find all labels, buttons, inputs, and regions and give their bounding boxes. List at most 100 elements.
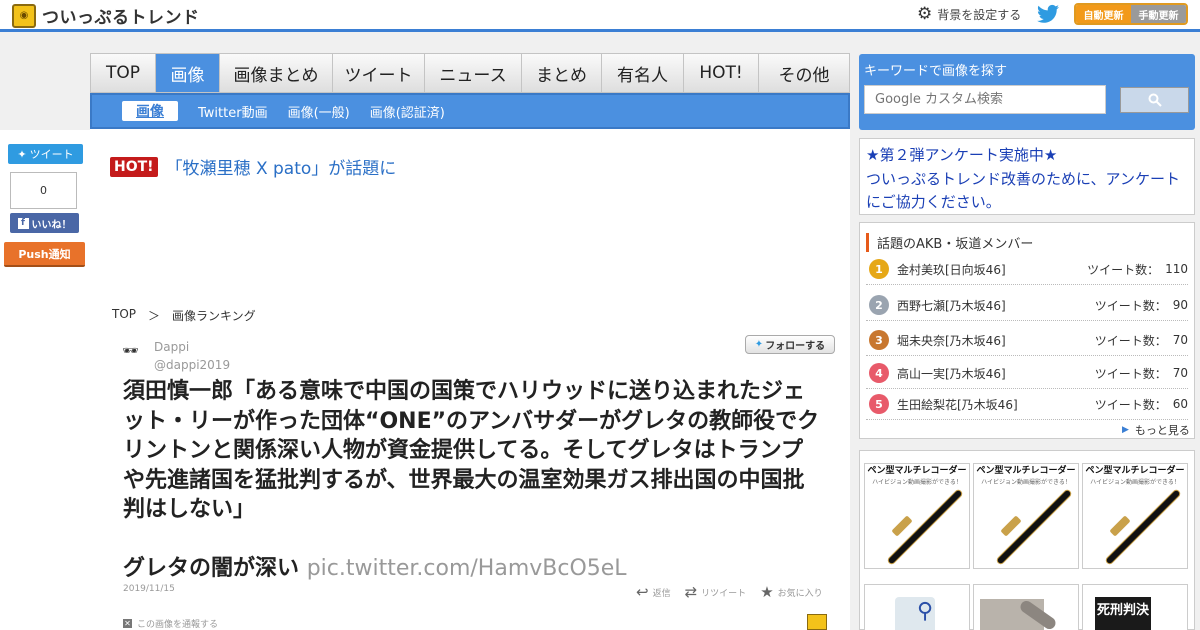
ranking-row[interactable]: 2 西野七瀬[乃木坂46] ツイート数： 90	[866, 290, 1188, 321]
ranking-member-name[interactable]: 西野七瀬[乃木坂46]	[897, 297, 1095, 314]
breadcrumb-home[interactable]: TOP	[112, 307, 136, 324]
twitter-bird-icon[interactable]	[1037, 4, 1059, 24]
site-mini-logo	[807, 614, 827, 630]
search-button[interactable]	[1120, 87, 1189, 113]
ad-subheading: ハイビジョン動画撮影ができる！	[981, 479, 1071, 486]
tweet-user-id[interactable]: @dappi2019	[154, 358, 230, 372]
reply-button[interactable]: ↩ 返信	[636, 583, 671, 601]
follow-button[interactable]: ✦ フォローする	[745, 335, 835, 354]
twitter-bird-icon: ✦	[754, 339, 764, 350]
like-label: いいね！	[31, 219, 72, 231]
ad-subheading: ハイビジョン動画撮影ができる！	[1090, 479, 1180, 486]
top-bar: ◉ ついっぷるトレンド ⚙ 背景を設定する 自動更新 手動更新	[0, 0, 1200, 32]
sub-navigation: 画像 Twitter動画 画像(一般) 画像(認証済)	[90, 93, 850, 129]
tweet-share-button[interactable]: ✦ ツイート	[8, 144, 83, 164]
survey-banner[interactable]: ★第２弾アンケート実施中★ ついっぷるトレンド改善のために、アンケートにご協力く…	[859, 138, 1195, 215]
tweet-text: 須田慎一郎「ある意味で中国の国策でハリウッドに送り込まれたジェット・リーが作った…	[123, 377, 823, 584]
avatar[interactable]: 🕶	[122, 344, 148, 362]
follow-label: フォローする	[765, 341, 826, 352]
ranking-member-name[interactable]: 堀未央奈[乃木坂46]	[897, 332, 1095, 349]
favorite-button[interactable]: ★ お気に入り	[760, 583, 822, 601]
ranking-member-name[interactable]: 生田絵梨花[乃木坂46]	[897, 396, 1095, 413]
ranking-count-value: 90	[1172, 298, 1188, 312]
hot-topic[interactable]: HOT! 「牧瀬里穂 X pato」が話題に	[110, 154, 396, 179]
ad-item[interactable]	[973, 584, 1079, 630]
search-input[interactable]	[864, 85, 1106, 114]
ranking-row[interactable]: 4 高山一実[乃木坂46] ツイート数： 70	[866, 358, 1188, 389]
ad-heading: ペン型マルチレコーダー	[976, 466, 1076, 476]
report-image-link[interactable]: ✕ この画像を通報する	[123, 617, 218, 630]
tab-tweets[interactable]: ツイート	[333, 54, 425, 92]
subnav-images-verified[interactable]: 画像(認証済)	[370, 102, 445, 121]
favorite-label: お気に入り	[777, 588, 823, 599]
ad-item[interactable]: ペン型マルチレコーダー ハイビジョン動画撮影ができる！	[864, 463, 970, 569]
hot-badge: HOT!	[110, 156, 158, 177]
ranking-row[interactable]: 1 金村美玖[日向坂46] ツイート数： 110	[866, 254, 1188, 285]
search-icon	[1148, 93, 1162, 107]
survey-text[interactable]: ついっぷるトレンド改善のために、アンケートにご協力ください。	[866, 168, 1188, 215]
tab-image-matome[interactable]: 画像まとめ	[220, 54, 333, 92]
background-setting-link[interactable]: ⚙ 背景を設定する	[917, 6, 1021, 23]
triangle-right-icon: ▶	[1122, 425, 1129, 435]
ranking-row[interactable]: 5 生田絵梨花[乃木坂46] ツイート数： 60	[866, 389, 1188, 420]
ad-heading: ペン型マルチレコーダー	[867, 466, 967, 476]
tweet-main-text: 須田慎一郎「ある意味で中国の国策でハリウッドに送り込まれたジェット・リーが作った…	[123, 379, 820, 522]
subnav-images-general[interactable]: 画像(一般)	[288, 102, 350, 121]
main-tabs: TOP 画像 画像まとめ ツイート ニュース まとめ 有名人 HOT! その他	[90, 53, 850, 93]
ranking-member-name[interactable]: 金村美玖[日向坂46]	[897, 261, 1087, 278]
subnav-twitter-video[interactable]: Twitter動画	[198, 102, 268, 121]
ranking-count-value: 60	[1172, 397, 1188, 411]
ad-item[interactable]: 死刑判決	[1082, 584, 1188, 630]
ad-item[interactable]: ペン型マルチレコーダー ハイビジョン動画撮影ができる！	[1082, 463, 1188, 569]
survey-title[interactable]: ★第２弾アンケート実施中★	[866, 144, 1188, 168]
reply-label: 返信	[652, 588, 671, 599]
tab-other[interactable]: その他	[759, 54, 849, 92]
ranking-count-label: ツイート数：	[1094, 397, 1167, 412]
breadcrumb-separator: ＞	[148, 309, 161, 323]
tweet-actions: ↩ 返信 ⇄ リツイート ★ お気に入り	[636, 583, 823, 601]
ribbon-icon: ⚲	[917, 599, 934, 624]
tweet-date: 2019/11/15	[123, 584, 175, 594]
manual-update-button[interactable]: 手動更新	[1131, 5, 1186, 23]
ranking-count-value: 70	[1172, 333, 1188, 347]
report-label: この画像を通報する	[137, 620, 219, 630]
subnav-images[interactable]: 画像	[122, 101, 178, 121]
tweet-image-link[interactable]: pic.twitter.com/HamvBcO5eL	[307, 556, 627, 581]
push-notification-button[interactable]: Push通知	[4, 242, 85, 267]
tab-matome[interactable]: まとめ	[522, 54, 602, 92]
tab-top[interactable]: TOP	[91, 54, 156, 92]
tweet-secondary-text: グレタの闇が深い	[123, 556, 300, 581]
ranking-more-link[interactable]: ▶ もっと見る	[1122, 422, 1190, 438]
tab-images[interactable]: 画像	[156, 54, 220, 92]
ranking-member-name[interactable]: 高山一実[乃木坂46]	[897, 365, 1095, 382]
rank-medal-icon: 3	[869, 330, 889, 350]
auto-update-button[interactable]: 自動更新	[1076, 5, 1131, 23]
tab-hot[interactable]: HOT!	[684, 54, 759, 92]
update-toggle[interactable]: 自動更新 手動更新	[1074, 3, 1188, 25]
logo-icon: ◉	[12, 3, 36, 28]
hot-topic-link[interactable]: 「牧瀬里穂 X pato」が話題に	[166, 154, 397, 179]
ranking-count-label: ツイート数：	[1087, 262, 1160, 277]
like-count: 0	[10, 172, 77, 209]
retweet-button[interactable]: ⇄ リツイート	[685, 583, 747, 601]
tweet-user-name[interactable]: Dappi	[154, 340, 189, 354]
ranking-row[interactable]: 3 堀未央奈[乃木坂46] ツイート数： 70	[866, 325, 1188, 356]
ad-subheading: ハイビジョン動画撮影ができる！	[872, 479, 962, 486]
site-logo[interactable]: ◉ ついっぷるトレンド	[12, 3, 200, 28]
ad-item[interactable]: ⚲	[864, 584, 970, 630]
ad-heading: ペン型マルチレコーダー	[1085, 466, 1185, 476]
breadcrumb-current[interactable]: 画像ランキング	[172, 307, 256, 324]
twitter-bird-icon: ✦	[17, 147, 27, 161]
ranking-count-label: ツイート数：	[1094, 333, 1167, 348]
tab-celebrities[interactable]: 有名人	[602, 54, 684, 92]
ad-item[interactable]: ペン型マルチレコーダー ハイビジョン動画撮影ができる！	[973, 463, 1079, 569]
rank-medal-icon: 4	[869, 363, 889, 383]
ranking-title: 話題のAKB・坂道メンバー	[866, 233, 1033, 252]
facebook-like-button[interactable]: f いいね！	[10, 213, 79, 233]
star-icon: ★	[760, 583, 774, 601]
gear-icon: ⚙	[917, 4, 933, 24]
ranking-count-value: 70	[1172, 366, 1188, 380]
tab-news[interactable]: ニュース	[425, 54, 522, 92]
pen-cap-image	[1109, 515, 1131, 537]
rank-medal-icon: 1	[869, 259, 889, 279]
